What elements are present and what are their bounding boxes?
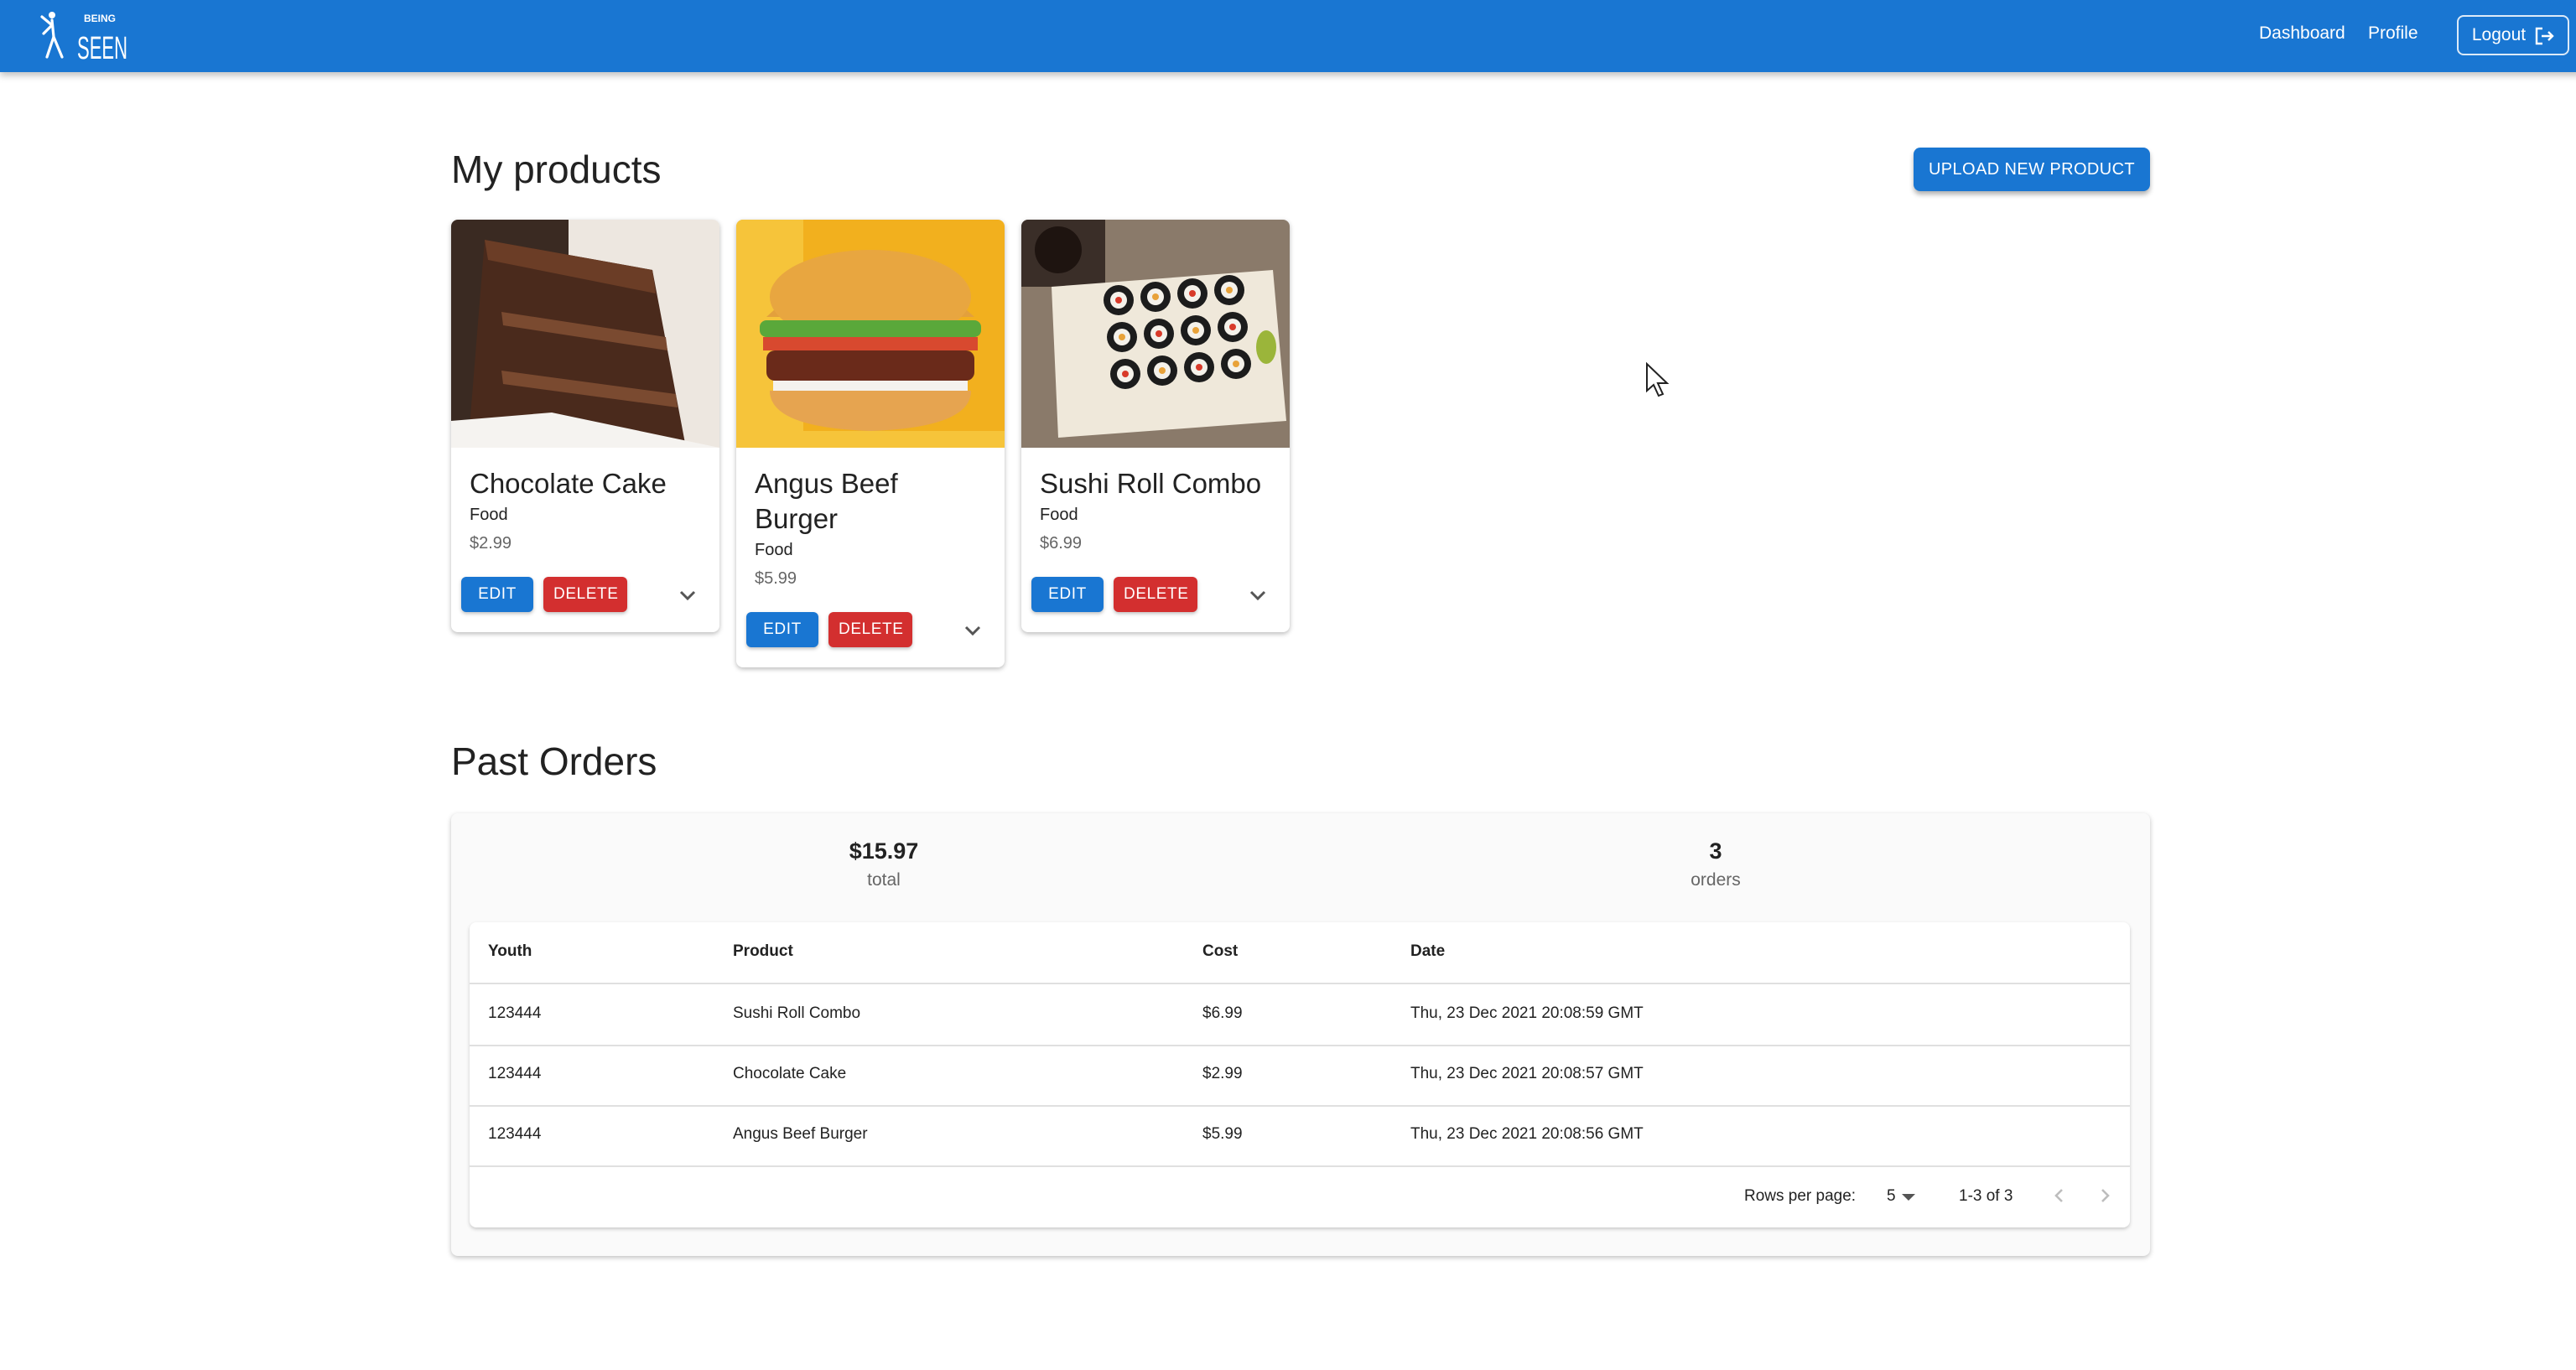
logout-button[interactable]: Logout <box>2457 15 2569 55</box>
cell-date: Thu, 23 Dec 2021 20:08:57 GMT <box>1410 1065 1644 1083</box>
app-bar: BEING SEEN Dashboard Profile Logout <box>0 0 2576 72</box>
orders-count-label: orders <box>1690 870 1741 890</box>
orders-count-value: 3 <box>1709 838 1722 864</box>
mouse-cursor-icon <box>1646 362 1670 397</box>
cell-date: Thu, 23 Dec 2021 20:08:59 GMT <box>1410 1004 1644 1023</box>
cell-cost: $2.99 <box>1202 1065 1243 1083</box>
being-seen-logo[interactable]: BEING SEEN <box>34 7 134 67</box>
product-price: $6.99 <box>1040 535 1083 553</box>
upload-new-product-button[interactable]: UPLOAD NEW PRODUCT <box>1914 148 2150 191</box>
table-header-row: Youth Product Cost Date <box>470 922 2130 984</box>
product-category: Food <box>1040 506 1078 525</box>
delete-button[interactable]: DELETE <box>1114 577 1197 612</box>
delete-button[interactable]: DELETE <box>543 577 627 612</box>
dropdown-arrow-icon <box>1902 1193 1916 1200</box>
logout-label: Logout <box>2471 25 2527 45</box>
past-orders-panel: $15.97 total 3 orders Youth Product Cost… <box>451 813 2150 1256</box>
product-image-sushi-roll-combo <box>1021 220 1290 448</box>
rows-per-page-label: Rows per page: <box>1744 1187 1857 1206</box>
table-row[interactable]: 123444 Chocolate Cake $2.99 Thu, 23 Dec … <box>470 1045 2130 1107</box>
product-name: Sushi Roll Combo <box>1040 470 1262 500</box>
cell-cost: $5.99 <box>1202 1125 1243 1144</box>
orders-table: Youth Product Cost Date 123444 Sushi Rol… <box>470 922 2130 1227</box>
cell-product: Chocolate Cake <box>733 1065 847 1083</box>
column-header-date[interactable]: Date <box>1410 922 1445 983</box>
product-category: Food <box>470 506 508 525</box>
edit-button[interactable]: EDIT <box>746 612 818 647</box>
cell-cost: $6.99 <box>1202 1004 1243 1023</box>
cell-product: Sushi Roll Combo <box>733 1004 861 1023</box>
cell-product: Angus Beef Burger <box>733 1125 868 1144</box>
nav-dashboard-link[interactable]: Dashboard <box>2259 23 2345 44</box>
table-row[interactable]: 123444 Angus Beef Burger $5.99 Thu, 23 D… <box>470 1105 2130 1167</box>
next-page-icon[interactable] <box>2096 1187 2113 1204</box>
product-card: Sushi Roll Combo Food $6.99 EDIT DELETE <box>1021 220 1290 632</box>
cell-date: Thu, 23 Dec 2021 20:08:56 GMT <box>1410 1125 1644 1144</box>
expand-more-icon[interactable] <box>1246 584 1270 607</box>
cell-youth: 123444 <box>488 1065 542 1083</box>
orders-count-stat: 3 orders <box>1548 838 1883 890</box>
logout-icon <box>2535 26 2554 44</box>
delete-button[interactable]: DELETE <box>828 612 912 647</box>
expand-more-icon[interactable] <box>961 619 984 642</box>
nav-profile-link[interactable]: Profile <box>2368 23 2418 44</box>
edit-button[interactable]: EDIT <box>461 577 533 612</box>
total-value: $15.97 <box>849 838 919 864</box>
product-price: $5.99 <box>755 570 797 589</box>
page: BEING SEEN Dashboard Profile Logout My p… <box>0 0 2576 1370</box>
pagination-range: 1-3 of 3 <box>1959 1187 2013 1206</box>
total-stat: $15.97 total <box>716 838 1052 890</box>
product-card: Chocolate Cake Food $2.99 EDIT DELETE <box>451 220 719 632</box>
product-card: Angus Beef Burger Food $5.99 EDIT DELETE <box>736 220 1005 667</box>
rows-per-page-value: 5 <box>1887 1187 1896 1206</box>
product-price: $2.99 <box>470 535 512 553</box>
product-name: Angus Beef Burger <box>755 470 898 535</box>
product-category: Food <box>755 542 793 560</box>
total-label: total <box>867 870 901 890</box>
column-header-cost[interactable]: Cost <box>1202 922 1238 983</box>
product-name: Chocolate Cake <box>470 470 667 500</box>
column-header-product[interactable]: Product <box>733 922 793 983</box>
table-pagination: Rows per page: 5 1-3 of 3 <box>470 1165 2130 1227</box>
past-orders-heading: Past Orders <box>451 739 657 783</box>
rows-per-page-select[interactable]: 5 <box>1887 1165 1916 1227</box>
cell-youth: 123444 <box>488 1125 542 1144</box>
product-image-angus-beef-burger <box>736 220 1005 448</box>
column-header-youth[interactable]: Youth <box>488 922 532 983</box>
logo-small-text: BEING <box>84 13 116 24</box>
my-products-heading: My products <box>451 148 662 191</box>
cell-youth: 123444 <box>488 1004 542 1023</box>
table-row[interactable]: 123444 Sushi Roll Combo $6.99 Thu, 23 De… <box>470 984 2130 1046</box>
edit-button[interactable]: EDIT <box>1031 577 1104 612</box>
logo-big-text: SEEN <box>77 31 127 66</box>
expand-more-icon[interactable] <box>676 584 699 607</box>
product-image-chocolate-cake <box>451 220 719 448</box>
previous-page-icon[interactable] <box>2051 1187 2068 1204</box>
